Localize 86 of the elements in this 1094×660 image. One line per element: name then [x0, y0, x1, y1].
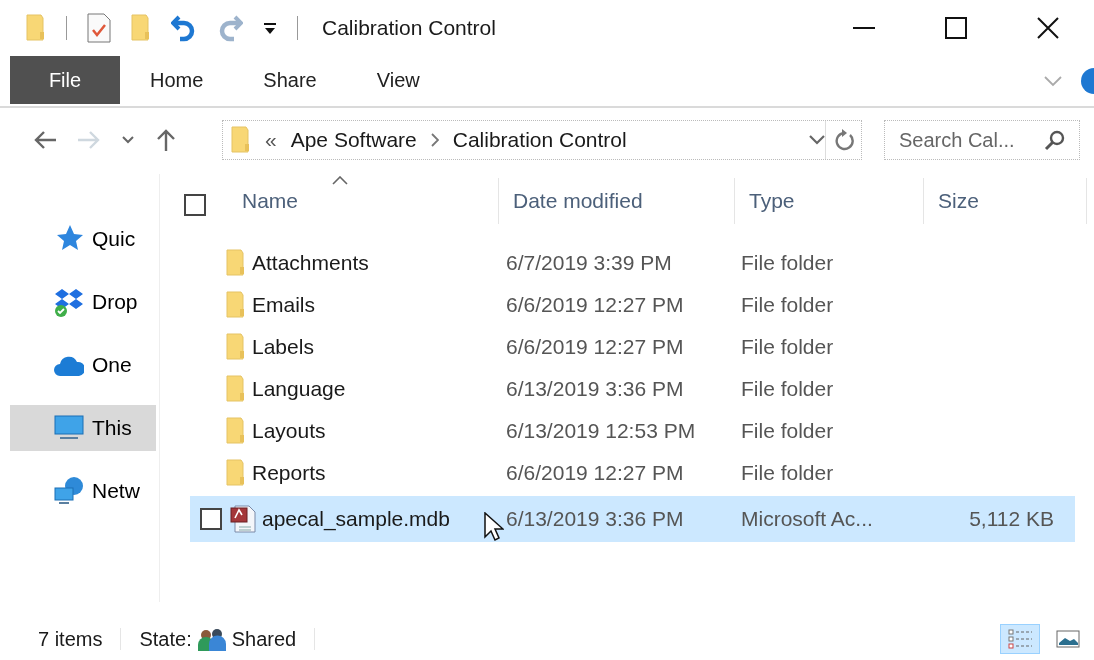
address-bar[interactable]: « Ape Software Calibration Control	[222, 120, 862, 160]
date-cell-text: 6/6/2019 12:27 PM	[506, 293, 685, 317]
folder-icon	[226, 375, 246, 403]
column-header[interactable]: Size	[924, 176, 1086, 226]
breadcrumb[interactable]: Calibration Control	[452, 128, 627, 152]
chevron-icon[interactable]	[430, 133, 439, 147]
type-cell-text: File folder	[740, 293, 835, 317]
file-row[interactable]: Layouts 6/13/2019 12:53 PM File folder	[190, 410, 1075, 452]
ribbon-tab[interactable]: View	[346, 56, 450, 104]
select-all-checkbox[interactable]	[184, 194, 206, 216]
properties-icon[interactable]	[87, 13, 111, 43]
address-dropdown-icon[interactable]	[809, 135, 825, 145]
box-icon	[54, 287, 84, 317]
column-header[interactable]: Type	[735, 176, 923, 226]
type-cell-text: File folder	[740, 251, 835, 275]
state-value: Shared	[231, 627, 297, 651]
details-view-icon	[1008, 628, 1032, 650]
nav-label: Drop	[92, 290, 138, 314]
date-cell-text: 6/13/2019 12:53 PM	[506, 419, 697, 443]
date-cell-text: 6/7/2019 3:39 PM	[506, 251, 673, 275]
cursor-icon	[484, 512, 504, 542]
date-cell-text: 6/6/2019 12:27 PM	[506, 335, 685, 359]
file-name: Attachments	[252, 251, 369, 275]
folder-icon	[226, 417, 246, 445]
type-cell-text: File folder	[740, 335, 835, 359]
date-cell-text: 6/13/2019 3:36 PM	[506, 507, 685, 531]
type-cell-text: Microsoft Ac...	[740, 507, 874, 531]
people-icon	[195, 627, 228, 651]
file-name: Language	[252, 377, 346, 401]
ribbon-tab[interactable]: Home	[120, 56, 234, 104]
folder-icon	[226, 249, 246, 277]
overflow-chevron[interactable]: «	[265, 128, 277, 152]
nav-label: Quic	[92, 227, 136, 251]
globe-monitor-icon	[54, 476, 84, 506]
item-count: 7 items	[38, 627, 103, 651]
nav-label: This	[92, 416, 132, 440]
nav-item[interactable]: Netw	[10, 468, 156, 514]
type-cell-text: File folder	[740, 419, 835, 443]
undo-icon[interactable]	[171, 13, 197, 43]
nav-item[interactable]: One	[10, 342, 156, 388]
nav-item[interactable]: Drop	[10, 279, 156, 325]
file-row[interactable]: Labels 6/6/2019 12:27 PM File folder	[190, 326, 1075, 368]
nav-label: Netw	[92, 479, 140, 503]
state-label: State:	[139, 627, 192, 651]
close-icon	[1037, 17, 1059, 39]
file-row[interactable]: Reports 6/6/2019 12:27 PM File folder	[190, 452, 1075, 494]
date-cell-text: 6/6/2019 12:27 PM	[506, 461, 685, 485]
database-file-icon	[230, 505, 256, 533]
landscape-icon	[1056, 628, 1080, 650]
expand-ribbon-icon[interactable]	[1044, 75, 1062, 87]
search-field[interactable]: Search Cal...	[884, 120, 1080, 160]
ribbon-tab[interactable]: Share	[233, 56, 347, 104]
folder-icon	[231, 126, 251, 154]
date-cell-text: 6/13/2019 3:36 PM	[506, 377, 685, 401]
file-name: Layouts	[252, 419, 326, 443]
search-icon	[1044, 129, 1066, 151]
folder-icon	[226, 291, 246, 319]
file-name: Labels	[252, 335, 314, 359]
file-row[interactable]: Attachments 6/7/2019 3:39 PM File folder	[190, 242, 1075, 284]
breadcrumb[interactable]: Ape Software	[290, 128, 417, 152]
file-name: apecal_sample.mdb	[262, 507, 450, 531]
type-cell-text: File folder	[740, 461, 835, 485]
nav-item[interactable]: This	[10, 405, 156, 451]
folder-icon	[226, 459, 246, 487]
column-header[interactable]: Name	[228, 176, 498, 226]
file-tab[interactable]: File	[10, 56, 120, 104]
refresh-icon	[833, 129, 854, 151]
folder-icon	[226, 333, 246, 361]
file-name: Emails	[252, 293, 315, 317]
window-title: Calibration Control	[322, 16, 496, 40]
type-cell-text: File folder	[740, 377, 835, 401]
back-icon[interactable]	[34, 130, 56, 150]
file-row[interactable]: Language 6/13/2019 3:36 PM File folder	[190, 368, 1075, 410]
dropdown-icon[interactable]	[263, 21, 277, 35]
minimize-icon	[853, 27, 875, 29]
file-row[interactable]: apecal_sample.mdb 6/13/2019 3:36 PM Microsoft Ac... 5,112 KB	[190, 496, 1075, 542]
file-name: Reports	[252, 461, 326, 485]
row-checkbox[interactable]	[200, 508, 222, 530]
column-header[interactable]: Date modified	[499, 176, 734, 226]
maximize-icon	[945, 17, 967, 39]
file-row[interactable]: Emails 6/6/2019 12:27 PM File folder	[190, 284, 1075, 326]
up-icon[interactable]	[156, 129, 176, 151]
nav-label: One	[92, 353, 132, 377]
size-cell-text: 5,112 KB	[968, 507, 1055, 531]
nav-item[interactable]: Quic	[10, 216, 156, 262]
recent-dropdown-icon[interactable]	[122, 136, 134, 144]
